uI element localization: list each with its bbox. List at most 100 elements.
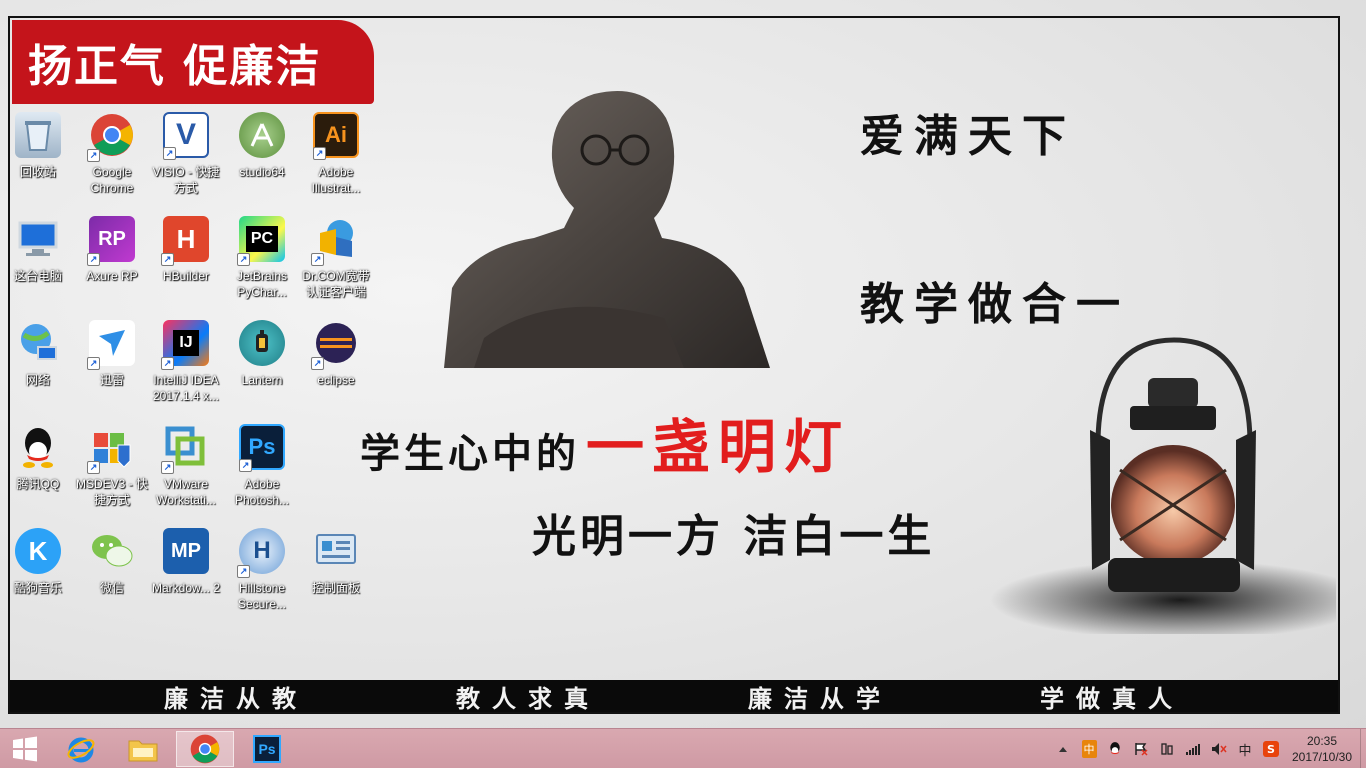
desktop-icon-drcom[interactable]: ↗ Dr.COM宽带认证客户端	[298, 214, 374, 314]
desktop-icon-eclipse[interactable]: ↗ eclipse	[298, 318, 374, 418]
xunlei-icon: ↗	[87, 320, 135, 370]
desktop-icon-label: VMware Workstati...	[156, 477, 216, 507]
bottom-phrase: 廉洁从教	[164, 683, 308, 713]
desktop-icon-grid: 回收站 ↗ Google Chrome V ↗ VISIO - 快捷方式 stud…	[10, 110, 382, 620]
desktop-icon-label: 控制面板	[311, 581, 360, 595]
recycle-bin-icon	[15, 112, 61, 158]
desktop-icon-label: Adobe Illustrat...	[311, 165, 361, 195]
photoshop-icon: Ps ↗	[239, 424, 285, 472]
desktop-icon-intellij[interactable]: IJ ↗ IntelliJ IDEA 2017.1.4 x...	[148, 318, 224, 418]
visio-icon: V ↗	[163, 112, 209, 160]
desktop-icon-label: MSDEV3 - 快捷方式	[75, 477, 148, 507]
desktop-icon-label: Hillstone Secure...	[237, 581, 287, 611]
tray-qq[interactable]	[1102, 729, 1128, 768]
desktop-icon-label: 网络	[25, 373, 50, 387]
desktop-icon-label: 回收站	[19, 165, 56, 179]
desktop-icon-studio64[interactable]: studio64	[224, 110, 300, 210]
tray-flag[interactable]	[1128, 729, 1154, 768]
desktop-icon-label: HBuilder	[162, 269, 210, 283]
desktop-icon-lantern[interactable]: Lantern	[224, 318, 300, 418]
desktop-icon-label: 微信	[99, 581, 124, 595]
lantern-icon	[239, 320, 285, 366]
desktop-icon-recycle-bin[interactable]: 回收站	[0, 110, 76, 210]
desktop-icon-label: 迅雷	[99, 373, 124, 387]
taskbar-app-ie[interactable]	[52, 731, 110, 767]
slogan-teaching: 教学做合一	[860, 279, 1130, 330]
desktop-icon-hbuilder[interactable]: H ↗ HBuilder	[148, 214, 224, 314]
desktop-icon-label: Axure RP	[86, 269, 138, 283]
desktop-icon-photoshop[interactable]: Ps ↗ Adobe Photosh...	[224, 422, 300, 522]
desktop-icon-qq[interactable]: 腾讯QQ	[0, 422, 76, 522]
desktop-icon-markdownpad[interactable]: MP Markdow... 2	[148, 526, 224, 626]
desktop-icon-wechat[interactable]: 微信	[74, 526, 150, 626]
desktop-icon-label: Google Chrome	[90, 165, 134, 195]
desktop-icon-kugou[interactable]: K 酷狗音乐	[0, 526, 76, 626]
main-slogan-red: 一盏明灯	[586, 413, 851, 481]
action-center-flag-icon	[1135, 743, 1148, 756]
bottom-phrase: 廉洁从学	[748, 683, 892, 713]
qq-icon	[1110, 742, 1120, 755]
photoshop-icon: Ps	[253, 735, 281, 763]
desktop-icon-label: VISIO - 快捷方式	[152, 165, 220, 195]
tray-network[interactable]	[1180, 729, 1206, 768]
illustrator-icon: Ai ↗	[313, 112, 359, 160]
computer-icon	[15, 216, 61, 262]
show-hidden-icons-button[interactable]	[1050, 729, 1076, 768]
network-icon	[15, 320, 61, 366]
chrome-icon: ↗	[87, 112, 135, 162]
tray-ime-badge[interactable]: 中	[1076, 729, 1102, 768]
axure-icon: RP ↗	[87, 216, 135, 266]
main-slogan-black: 学生心中的	[360, 431, 580, 477]
tray-clock[interactable]: 20:35 2017/10/30	[1284, 729, 1360, 768]
bottom-slogan-strip: 廉洁从教 教人求真 廉洁从学 学做真人	[10, 680, 1338, 713]
desktop-icon-label: JetBrains PyChar...	[236, 269, 288, 299]
desktop-icon-hillstone[interactable]: H ↗ Hillstone Secure...	[224, 526, 300, 626]
desktop-icon-visio[interactable]: V ↗ VISIO - 快捷方式	[148, 110, 224, 210]
show-desktop-button[interactable]	[1360, 729, 1366, 768]
wechat-icon	[89, 528, 135, 574]
desktop-icon-chrome[interactable]: ↗ Google Chrome	[74, 110, 150, 210]
chevron-up-icon	[1059, 747, 1067, 752]
sub-slogan: 光明一方 洁白一生	[532, 511, 936, 562]
desktop-icon-this-pc[interactable]: 这台电脑	[0, 214, 76, 314]
taskbar-app-photoshop[interactable]: Ps	[238, 731, 296, 767]
ime-badge-icon: 中	[1081, 740, 1097, 758]
clock-time: 20:35	[1306, 734, 1338, 748]
bottom-phrase: 教人求真	[456, 683, 600, 713]
tray-volume[interactable]	[1206, 729, 1232, 768]
desktop-icon-xunlei[interactable]: ↗ 迅雷	[74, 318, 150, 418]
desktop-icon-label: 腾讯QQ	[16, 477, 60, 491]
hbuilder-icon: H ↗	[161, 216, 209, 266]
start-button[interactable]	[0, 731, 50, 767]
tray-device[interactable]	[1154, 729, 1180, 768]
taskbar-app-explorer[interactable]	[114, 731, 172, 767]
taskbar-app-chrome[interactable]	[176, 731, 234, 767]
desktop-icon-msdev[interactable]: ↗ MSDEV3 - 快捷方式	[74, 422, 150, 522]
desktop-icon-label: 酷狗音乐	[13, 581, 62, 595]
desktop-icon-label: Lantern	[241, 373, 283, 387]
wallpaper-banner: 扬正气 促廉洁	[12, 20, 374, 104]
tray-ime-language[interactable]: 中	[1232, 729, 1258, 768]
intellij-icon: IJ ↗	[161, 320, 209, 370]
eclipse-icon: ↗	[311, 320, 359, 370]
desktop-icon-network[interactable]: 网络	[0, 318, 76, 418]
folder-icon	[128, 740, 158, 762]
desktop-icon-label: 这台电脑	[13, 269, 62, 283]
desktop-icon-control-panel[interactable]: 控制面板	[298, 526, 374, 626]
tray-sogou[interactable]: S	[1258, 729, 1284, 768]
oil-lantern-image	[990, 337, 1336, 634]
markdownpad-icon: MP	[163, 528, 209, 574]
kugou-icon: K	[15, 528, 61, 574]
desktop-icon-label: studio64	[239, 165, 285, 179]
desktop-icon-axure[interactable]: RP ↗ Axure RP	[74, 214, 150, 314]
desktop-icon-label: eclipse	[317, 373, 355, 387]
bust-statue-image	[444, 91, 770, 368]
windows-icon	[13, 736, 37, 762]
desktop-icon-vmware[interactable]: ↗ VMware Workstati...	[148, 422, 224, 522]
clock-date: 2017/10/30	[1291, 750, 1353, 764]
desktop-icon-pycharm[interactable]: PC ↗ JetBrains PyChar...	[224, 214, 300, 314]
android-studio-icon	[239, 112, 285, 158]
system-tray: 中 中 S 20:35 2017/10/30	[1050, 729, 1366, 768]
volume-muted-icon	[1212, 743, 1227, 755]
desktop-icon-illustrator[interactable]: Ai ↗ Adobe Illustrat...	[298, 110, 374, 210]
